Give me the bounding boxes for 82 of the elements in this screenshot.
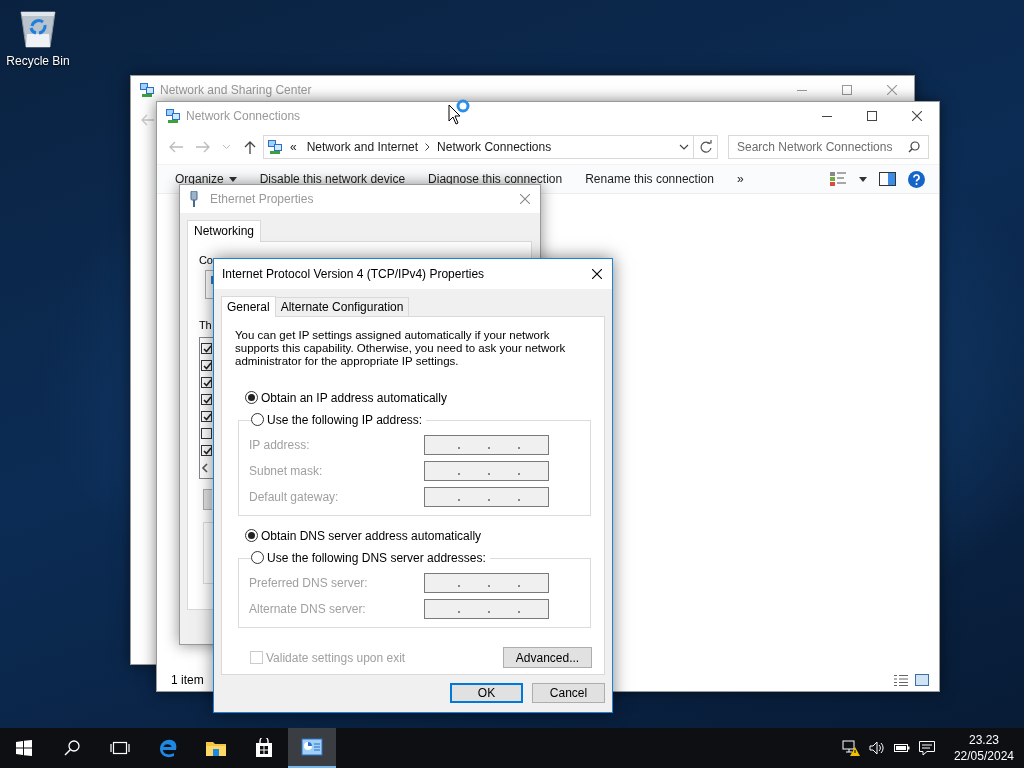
section-label: Th [199,319,212,331]
address-field[interactable] [424,487,549,507]
close-icon[interactable] [592,269,602,279]
field-label: Preferred DNS server: [249,576,369,590]
address-field[interactable] [424,599,549,619]
control-panel-icon [301,738,323,756]
window-title: Network and Sharing Center [160,83,312,97]
checkbox[interactable] [201,411,212,422]
tab[interactable]: Networking [187,220,262,242]
search-icon [64,740,80,756]
more-commands[interactable]: » [736,172,744,186]
instructions-text: You can get IP settings assigned automatically if your network supports this capability. Otherwise, you need to ask your network administrator for the appropriate IP settings. [235,329,567,368]
large-icons-view-icon[interactable] [915,674,929,686]
organize-menu[interactable]: Organize [175,172,237,186]
dialog-title: Internet Protocol Version 4 (TCP/IPv4) Properties [222,267,485,281]
volume-icon[interactable] [868,741,885,755]
scroll-left-icon[interactable] [201,462,209,473]
dropdown-caret-icon[interactable] [679,142,689,152]
checkbox[interactable] [201,445,212,456]
checkbox[interactable] [201,428,212,439]
address-field[interactable] [424,461,549,481]
task-view-icon [110,740,130,756]
taskbar-clock[interactable]: 23.23 22/05/2024 [953,732,1014,764]
network-icon [267,139,283,155]
window-title: Network Connections [186,109,301,123]
help-icon[interactable] [908,170,925,188]
folder-icon [205,739,227,757]
taskbar-button[interactable] [288,728,336,768]
caret-icon[interactable] [859,176,867,182]
start-icon [16,740,32,756]
details-view-icon[interactable] [893,674,909,686]
refresh-icon [698,140,713,154]
network-warning-icon[interactable] [841,740,860,756]
tab[interactable]: General [221,296,276,317]
toolbar-command[interactable]: Disable this network device [259,172,406,186]
desktop-icon-label[interactable]: Recycle Bin [6,54,70,68]
battery-icon[interactable] [893,743,910,753]
section-label: Co [199,254,213,266]
toolbar-command[interactable]: Rename this connection [585,172,714,186]
close-icon[interactable] [911,111,922,121]
radio-button[interactable]: Use the following IP address: [251,412,423,427]
cancel-button[interactable]: Cancel [532,683,605,703]
view-options-icon[interactable] [829,171,847,187]
clock-time: 23.23 [968,732,999,748]
chevron-icon [425,143,431,151]
maximize-icon[interactable] [866,111,877,121]
radio-button[interactable]: Obtain DNS server address automatically [245,528,482,543]
field-label: IP address: [249,438,311,452]
field-label: Default gateway: [249,490,340,504]
checkbox: Validate settings upon exit [250,650,406,665]
refresh-button[interactable] [694,135,718,159]
field-label: Alternate DNS server: [249,602,367,616]
advanced-button[interactable]: Advanced... [503,647,592,668]
notification-icon[interactable] [918,740,935,756]
network-cable-icon [190,191,198,207]
item-count: 1 item [171,673,204,687]
checkbox[interactable] [201,377,212,388]
network-icon [165,108,181,124]
preview-pane-icon[interactable] [879,172,896,186]
address-field[interactable] [424,573,549,593]
checkbox[interactable] [201,394,212,405]
window-title: Ethernet Properties [210,192,314,206]
radio-button[interactable]: Use the following DNS server addresses: [251,550,486,565]
breadcrumb-item[interactable]: Network Connections [437,140,552,154]
browser-icon [158,738,178,758]
breadcrumb-item[interactable]: Network and Internet [306,140,419,154]
tab[interactable]: Alternate Configuration [274,297,410,316]
up-arrow-icon[interactable] [242,140,258,154]
radio-button[interactable]: Obtain an IP address automatically [245,390,447,405]
shopping-bag-icon [254,738,274,758]
search-icon [908,141,920,153]
breadcrumb-overflow[interactable]: « [290,140,297,154]
address-field[interactable] [424,435,549,455]
search-field[interactable]: Search Network Connections [728,135,929,159]
field-label: Subnet mask: [249,464,324,478]
checkbox[interactable] [201,360,212,371]
checkbox[interactable] [201,343,212,354]
toolbar-command[interactable]: Diagnose this connection [428,172,563,186]
ok-button[interactable]: OK [450,683,523,703]
clock-date: 22/05/2024 [953,748,1014,764]
network-icon [139,82,155,98]
caret-icon[interactable] [228,176,237,182]
